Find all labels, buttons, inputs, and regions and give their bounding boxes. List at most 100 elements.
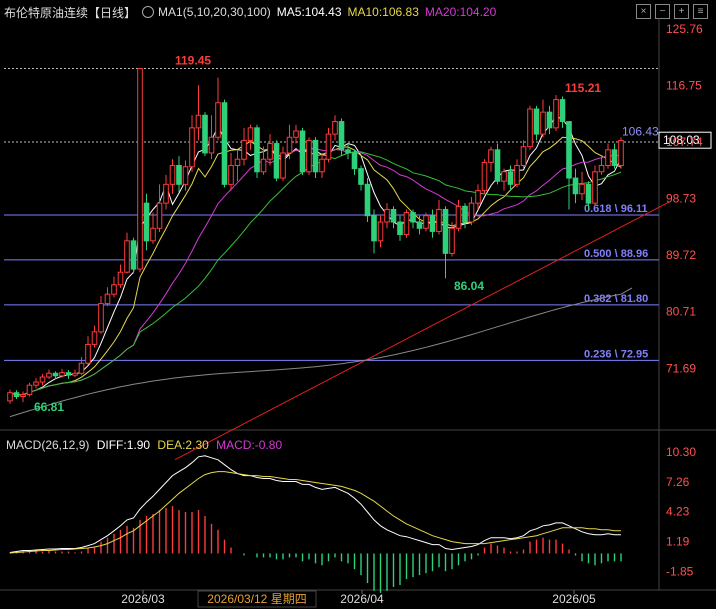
candle	[20, 391, 26, 403]
candle-body	[52, 372, 59, 377]
candle	[163, 174, 169, 210]
candle	[410, 209, 416, 229]
candle	[501, 168, 507, 191]
price-tick-label: 89.72	[666, 248, 696, 262]
candle	[202, 112, 208, 157]
candle	[208, 115, 215, 160]
price-tick-label: 71.69	[666, 361, 696, 375]
candle-body	[449, 227, 455, 254]
candle	[111, 276, 117, 298]
candle	[169, 159, 176, 194]
candle	[579, 171, 585, 201]
time-tick-label: 2026/05	[552, 592, 596, 606]
candle	[455, 200, 462, 232]
candle	[592, 165, 598, 207]
candle	[520, 140, 527, 169]
candle-body	[455, 205, 462, 229]
macd-label[interactable]: MACD(26,12,9)	[6, 438, 89, 452]
candle	[332, 115, 338, 141]
candle-body	[559, 99, 566, 123]
candle-body	[273, 143, 280, 179]
candle-body	[514, 165, 520, 185]
annotation-ma-value: 106.43	[622, 124, 659, 138]
candle	[488, 146, 494, 172]
candle	[390, 206, 397, 229]
candle-body	[33, 381, 39, 386]
price-tick-label: 98.73	[666, 192, 696, 206]
candle-body	[566, 121, 572, 179]
candle-body	[13, 392, 20, 397]
candle-body	[611, 149, 618, 167]
candle-body	[182, 166, 189, 185]
candle	[312, 137, 319, 179]
candle	[540, 99, 546, 138]
candle-body	[247, 127, 254, 141]
candle-body	[260, 158, 267, 173]
macd-diff: DIFF:1.90	[96, 438, 151, 452]
candle	[533, 105, 540, 141]
candle-body	[85, 343, 91, 364]
candle	[254, 124, 260, 179]
candle-body	[429, 215, 436, 232]
candle	[46, 369, 52, 379]
candle	[13, 390, 20, 400]
candle	[351, 149, 358, 175]
candle	[377, 215, 384, 248]
candle-body	[377, 221, 384, 242]
candle-body	[468, 202, 475, 223]
candle	[85, 336, 91, 366]
candle	[221, 99, 228, 188]
candle	[572, 168, 579, 204]
candle-body	[72, 372, 78, 376]
candle	[306, 137, 312, 175]
candle-body	[221, 102, 228, 185]
candle-body	[59, 372, 65, 377]
candle-body	[436, 208, 442, 232]
macd-value: MACD:-0.80	[216, 438, 283, 452]
candle-body	[390, 208, 397, 223]
fib-level-label: 0.500 \ 88.96	[584, 248, 648, 260]
support-trendline	[174, 201, 670, 461]
candle-body	[442, 208, 449, 254]
candle-body	[189, 127, 195, 168]
candle-body	[403, 212, 410, 236]
candle	[280, 146, 286, 182]
candle	[228, 152, 234, 191]
fibonacci-levels: 0.618 \ 96.110.500 \ 88.960.382 \ 81.800…	[4, 203, 659, 361]
candle-body	[579, 183, 585, 195]
candle-body	[91, 331, 98, 345]
candle	[481, 159, 488, 194]
candle	[611, 143, 618, 169]
candle-body	[475, 190, 481, 204]
candle-body	[267, 143, 273, 160]
macd-panel	[9, 455, 622, 593]
candle-body	[462, 205, 468, 223]
candle-body	[507, 171, 514, 185]
candle-body	[618, 139, 624, 167]
candle-body	[143, 202, 150, 242]
candle	[423, 212, 429, 232]
candle	[436, 200, 442, 235]
candle	[559, 96, 566, 128]
candle	[319, 152, 325, 179]
candle-body	[605, 149, 611, 167]
candle	[267, 134, 273, 166]
candle-body	[338, 121, 345, 151]
candle	[98, 296, 104, 334]
candle	[117, 264, 124, 288]
candle-body	[104, 293, 111, 305]
candle-body	[156, 202, 163, 229]
price-tick-label: 80.71	[666, 305, 696, 319]
candle-body	[65, 372, 72, 376]
candle	[137, 68, 143, 273]
candle-body	[7, 392, 13, 402]
candle-body	[78, 362, 85, 374]
candle	[566, 121, 572, 210]
candle-body	[312, 139, 319, 173]
candle-body	[520, 146, 527, 167]
candle	[429, 209, 436, 238]
macd-tick-label: 10.30	[666, 445, 696, 459]
chart-canvas[interactable]: 0.618 \ 96.110.500 \ 88.960.382 \ 81.800…	[0, 0, 716, 609]
candle	[7, 389, 13, 405]
candle	[215, 77, 221, 141]
